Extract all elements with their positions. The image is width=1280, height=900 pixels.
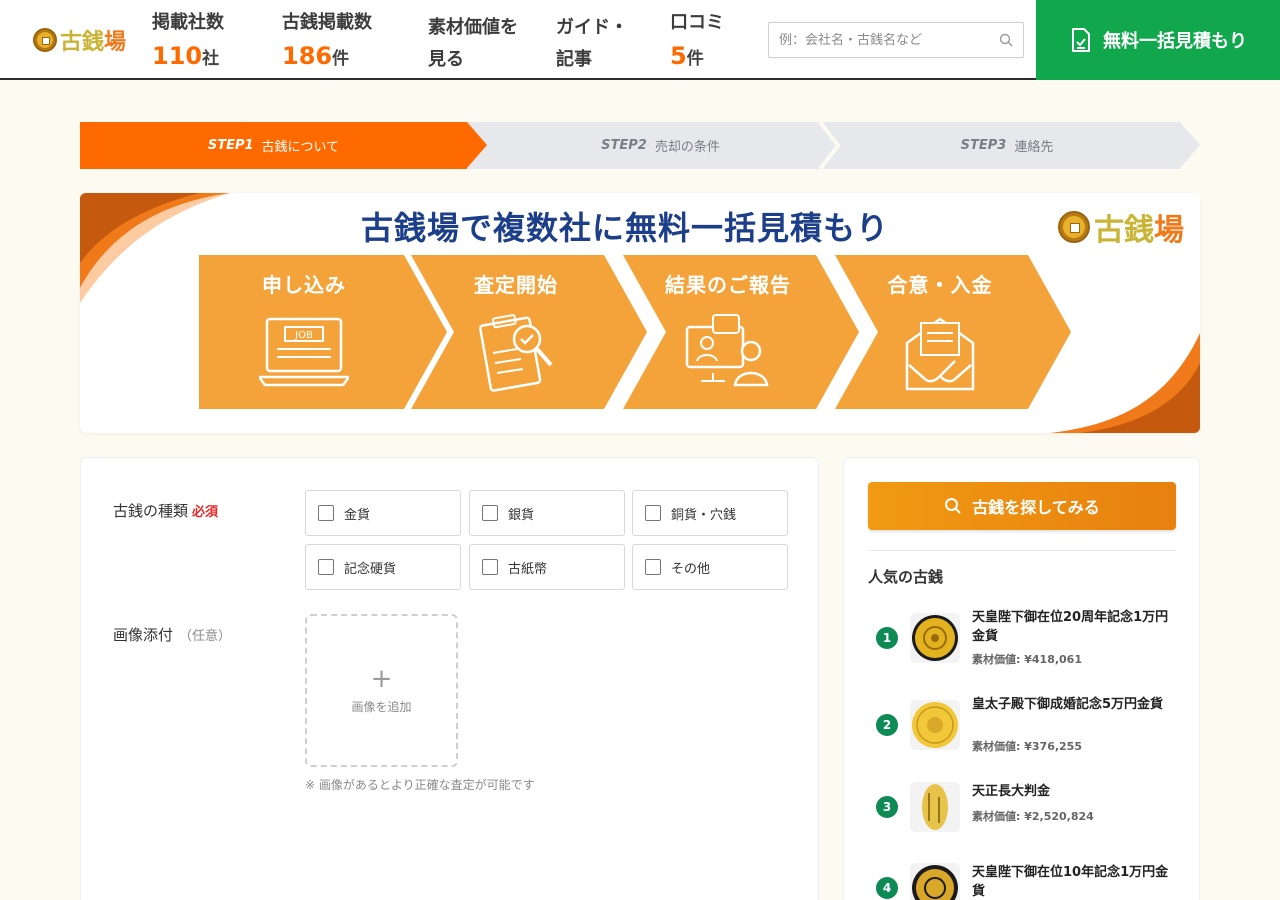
site-header: 古銭場 掲載社数 110社 古銭掲載数 186件 素材価値を 見る ガイド・ 記… [0, 0, 1280, 80]
rank-badge: 3 [876, 796, 898, 818]
stat-reviews[interactable]: 口コミ 5件 [670, 8, 724, 70]
coin-icon [1058, 211, 1090, 243]
banner-title: 古銭場で複数社に無料一括見積もり [360, 209, 889, 247]
checkbox-box[interactable] [482, 505, 498, 521]
rank-badge: 2 [876, 714, 898, 736]
site-logo[interactable]: 古銭場 [33, 24, 126, 56]
checkbox-box[interactable] [645, 505, 661, 521]
search-box [768, 22, 1024, 58]
checkbox-old-banknote[interactable]: 古紙幣 [469, 544, 625, 590]
image-upload-button[interactable]: + 画像を追加 [305, 614, 458, 767]
step-indicator: STEP2 売却の条件 STEP3 連絡先 STEP1 古銭について [80, 122, 1200, 169]
checkbox-commemorative-coin[interactable]: 記念硬貨 [305, 544, 461, 590]
checkbox-gold-coin[interactable]: 金貨 [305, 490, 461, 536]
svg-text:JOB: JOB [294, 330, 313, 341]
step-divider [818, 122, 841, 169]
clipboard-magnifier-icon [479, 314, 553, 392]
image-attach-label: 画像添付 （任意） [113, 626, 232, 644]
process-flow: 申し込み JOB 査定開始 結果のご報告 合意・入金 [199, 255, 1099, 409]
checkbox-box[interactable] [645, 559, 661, 575]
step-3: STEP3 連絡先 [834, 122, 1200, 169]
upload-note: ※ 画像があるとより正確な査定が可能です [305, 778, 535, 792]
coin-form: 古銭の種類 必須 金貨 銀貨 銅貨・穴銭 記念硬貨 古紙幣 その他 画像添付 （任意… [80, 457, 819, 900]
rank-badge: 4 [876, 877, 898, 899]
coin-type-label: 古銭の種類 必須 [113, 502, 219, 520]
document-check-icon [1072, 28, 1090, 52]
process-banner: 古銭場で複数社に無料一括見積もり 古銭場 申し込み JOB 査定開始 結果のご報… [80, 193, 1200, 433]
coin-image [910, 700, 960, 750]
stat-companies[interactable]: 掲載社数 110社 [152, 8, 224, 70]
banner-logo: 古銭場 [1058, 205, 1184, 249]
divider [868, 550, 1176, 551]
nav-material-value[interactable]: 素材価値を 見る [428, 12, 518, 76]
online-meeting-icon [685, 314, 769, 387]
checkbox-box[interactable] [482, 559, 498, 575]
search-input[interactable] [779, 32, 989, 48]
search-icon [945, 498, 961, 514]
popular-coins-title: 人気の古銭 [868, 568, 944, 586]
checkbox-silver-coin[interactable]: 銀貨 [469, 490, 625, 536]
rank-badge: 1 [876, 627, 898, 649]
laptop-job-icon: JOB [259, 317, 349, 387]
step-2: STEP2 売却の条件 [467, 122, 834, 169]
checkbox-copper-coin[interactable]: 銅貨・穴銭 [632, 490, 788, 536]
step-1-active: STEP1 古銭について [80, 122, 487, 169]
checkbox-other[interactable]: その他 [632, 544, 788, 590]
checkbox-box[interactable] [318, 559, 334, 575]
search-coins-button[interactable]: 古銭を探してみる [868, 482, 1176, 530]
coin-image [910, 782, 960, 832]
flow-step-payment: 合意・入金 [835, 255, 1085, 409]
coin-icon [33, 28, 57, 52]
coin-image [910, 863, 960, 900]
search-icon[interactable] [999, 33, 1013, 47]
nav-guide[interactable]: ガイド・ 記事 [556, 12, 628, 76]
stat-coins[interactable]: 古銭掲載数 186件 [282, 8, 372, 70]
plus-icon: + [370, 664, 393, 694]
free-estimate-button[interactable]: 無料一括見積もり [1036, 0, 1280, 80]
handshake-envelope-icon [905, 317, 975, 391]
coin-image [910, 613, 960, 663]
sidebar: 古銭を探してみる 人気の古銭 1 天皇陛下御在位20周年記念1万円金貨 素材価値… [843, 457, 1200, 900]
checkbox-box[interactable] [318, 505, 334, 521]
